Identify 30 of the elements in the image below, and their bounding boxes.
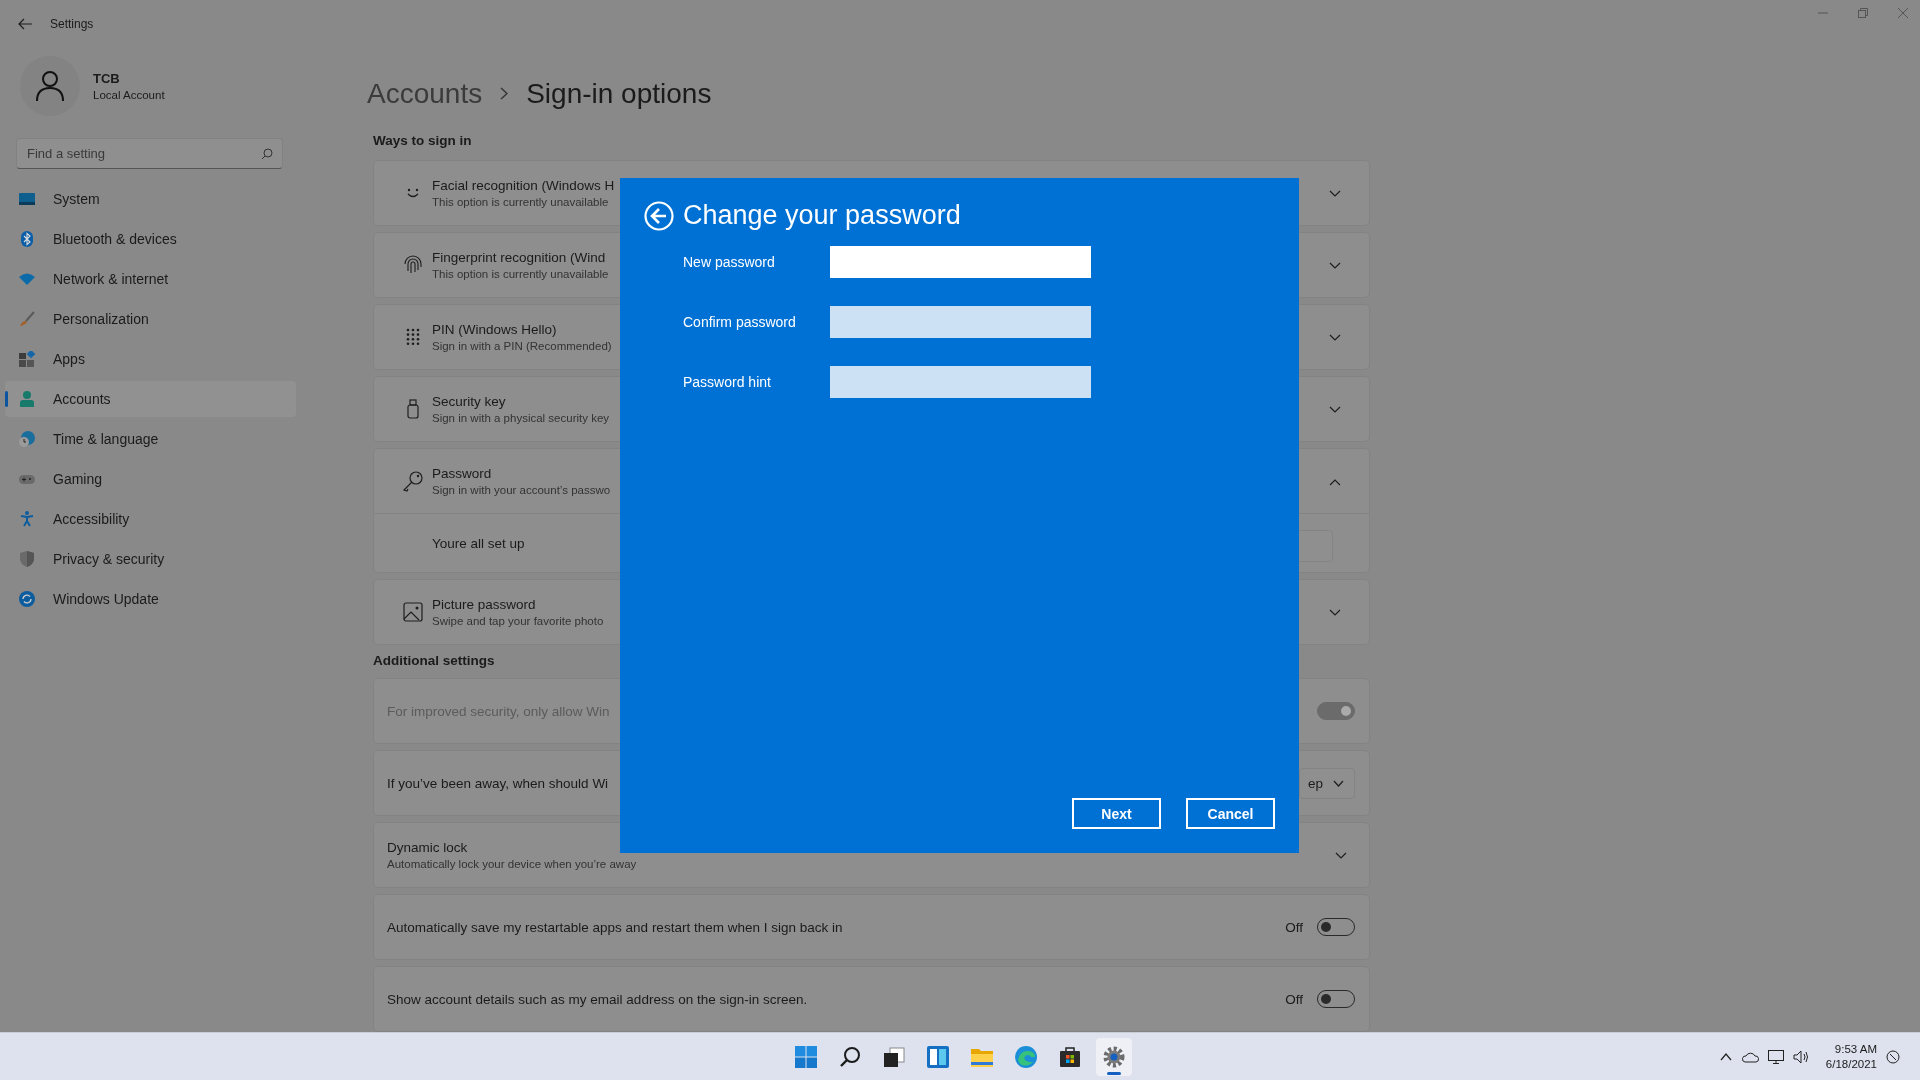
setting-label: Automatically save my restartable apps and restart them when I sign back in xyxy=(387,919,843,935)
setting-subtitle: Automatically lock your device when you’re away xyxy=(387,858,637,870)
card-title: Password xyxy=(432,466,492,481)
card-title: Fingerprint recognition (Wind xyxy=(432,250,606,265)
setting-label: If you’ve been away, when should Wi xyxy=(387,775,609,791)
toggle-state-label: Off xyxy=(1285,919,1303,935)
card-title: Picture password xyxy=(432,597,536,612)
status-text: Youre all set up xyxy=(432,535,525,551)
page-title: Sign-in options xyxy=(526,77,712,110)
field-label: Password hint xyxy=(683,374,772,390)
setting-label: Show account details such as my email address on the sign-in screen. xyxy=(387,991,808,1007)
section-heading: Ways to sign in xyxy=(373,133,473,148)
account-name: TCB xyxy=(93,71,121,86)
dialog-title: Change your password xyxy=(683,200,961,231)
field-label: New password xyxy=(683,254,776,270)
card-subtitle: This option is currently unavailable xyxy=(432,196,609,208)
section-heading: Additional settings xyxy=(373,653,496,668)
toggle-state-label: Off xyxy=(1285,991,1303,1007)
card-subtitle: This option is currently unavailable xyxy=(432,268,609,280)
field-label: Confirm password xyxy=(683,314,797,330)
card-subtitle: Sign in with a PIN (Recommended) xyxy=(432,340,612,352)
setting-label: Dynamic lock xyxy=(387,840,468,855)
card-subtitle: Swipe and tap your favorite photo xyxy=(432,615,604,627)
card-subtitle: Sign in with your account’s passwo xyxy=(432,484,611,496)
account-type: Local Account xyxy=(93,89,165,101)
card-title: Security key xyxy=(432,394,506,409)
window-title: Settings xyxy=(50,17,94,31)
card-subtitle: Sign in with a physical security key xyxy=(432,412,610,424)
card-title: PIN (Windows Hello) xyxy=(432,322,557,337)
card-title: Facial recognition (Windows H xyxy=(432,178,615,193)
